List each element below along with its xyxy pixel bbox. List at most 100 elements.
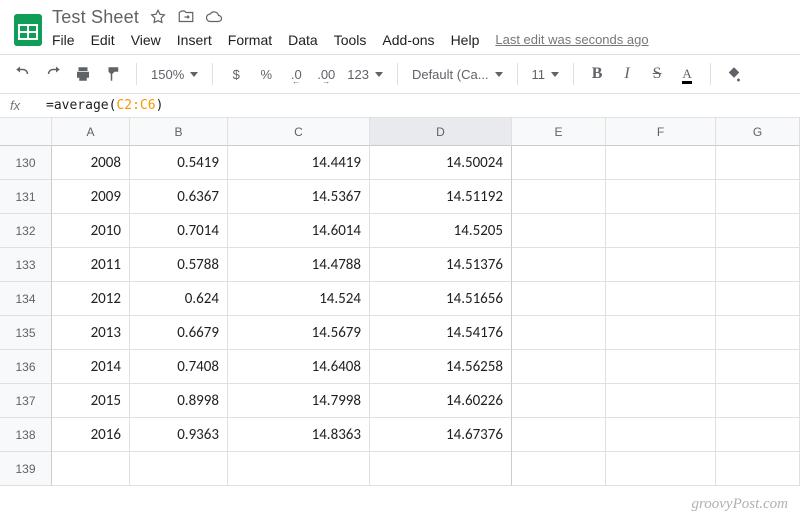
cell-G130[interactable] (716, 146, 800, 180)
cell-B133[interactable]: 0.5788 (130, 248, 228, 282)
cell-A138[interactable]: 2016 (52, 418, 130, 452)
menu-tools[interactable]: Tools (334, 32, 367, 48)
strikethrough-button[interactable]: S (644, 61, 670, 87)
column-header-G[interactable]: G (716, 118, 800, 146)
cell-A130[interactable]: 2008 (52, 146, 130, 180)
menu-format[interactable]: Format (228, 32, 272, 48)
formula-input[interactable]: =average(C2:C6) (46, 98, 163, 113)
cell-B138[interactable]: 0.9363 (130, 418, 228, 452)
cell-C137[interactable]: 14.7998 (228, 384, 370, 418)
cell-G137[interactable] (716, 384, 800, 418)
row-header[interactable]: 134 (0, 282, 52, 316)
cell-C132[interactable]: 14.6014 (228, 214, 370, 248)
menu-view[interactable]: View (131, 32, 161, 48)
cell-E132[interactable] (512, 214, 606, 248)
cell-E139[interactable] (512, 452, 606, 486)
cell-D133[interactable]: 14.51376 (370, 248, 512, 282)
print-button[interactable] (70, 61, 96, 87)
cell-B130[interactable]: 0.5419 (130, 146, 228, 180)
column-header-D[interactable]: D (370, 118, 512, 146)
row-header[interactable]: 133 (0, 248, 52, 282)
move-icon[interactable] (177, 8, 195, 26)
select-all-corner[interactable] (0, 118, 52, 146)
cell-B136[interactable]: 0.7408 (130, 350, 228, 384)
cell-E138[interactable] (512, 418, 606, 452)
cell-E136[interactable] (512, 350, 606, 384)
row-header[interactable]: 136 (0, 350, 52, 384)
zoom-select[interactable]: 150% (147, 67, 202, 82)
column-header-C[interactable]: C (228, 118, 370, 146)
cell-B131[interactable]: 0.6367 (130, 180, 228, 214)
cell-F134[interactable] (606, 282, 716, 316)
cell-A137[interactable]: 2015 (52, 384, 130, 418)
cell-A135[interactable]: 2013 (52, 316, 130, 350)
percent-button[interactable]: % (253, 61, 279, 87)
cell-F136[interactable] (606, 350, 716, 384)
row-header[interactable]: 131 (0, 180, 52, 214)
row-header[interactable]: 130 (0, 146, 52, 180)
cell-C134[interactable]: 14.524 (228, 282, 370, 316)
cell-A136[interactable]: 2014 (52, 350, 130, 384)
font-size-select[interactable]: 11 (528, 67, 564, 82)
menu-insert[interactable]: Insert (177, 32, 212, 48)
cell-A134[interactable]: 2012 (52, 282, 130, 316)
cell-G136[interactable] (716, 350, 800, 384)
cell-E137[interactable] (512, 384, 606, 418)
menu-data[interactable]: Data (288, 32, 318, 48)
cell-D132[interactable]: 14.5205 (370, 214, 512, 248)
fill-color-button[interactable] (721, 61, 747, 87)
row-header[interactable]: 139 (0, 452, 52, 486)
cell-D138[interactable]: 14.67376 (370, 418, 512, 452)
paint-format-button[interactable] (100, 61, 126, 87)
italic-button[interactable]: I (614, 61, 640, 87)
cell-F131[interactable] (606, 180, 716, 214)
menu-file[interactable]: File (52, 32, 75, 48)
cell-C131[interactable]: 14.5367 (228, 180, 370, 214)
cell-D137[interactable]: 14.60226 (370, 384, 512, 418)
last-edit-link[interactable]: Last edit was seconds ago (495, 32, 648, 47)
cell-E134[interactable] (512, 282, 606, 316)
row-header[interactable]: 137 (0, 384, 52, 418)
sheets-logo[interactable] (8, 6, 48, 54)
cell-F138[interactable] (606, 418, 716, 452)
cell-A133[interactable]: 2011 (52, 248, 130, 282)
cell-B135[interactable]: 0.6679 (130, 316, 228, 350)
font-select[interactable]: Default (Ca... (408, 67, 507, 82)
cell-E130[interactable] (512, 146, 606, 180)
star-icon[interactable] (149, 8, 167, 26)
cell-C133[interactable]: 14.4788 (228, 248, 370, 282)
text-color-button[interactable]: A (674, 61, 700, 87)
cell-E131[interactable] (512, 180, 606, 214)
cell-C136[interactable]: 14.6408 (228, 350, 370, 384)
currency-button[interactable]: $ (223, 61, 249, 87)
row-header[interactable]: 138 (0, 418, 52, 452)
cell-A132[interactable]: 2010 (52, 214, 130, 248)
cell-G131[interactable] (716, 180, 800, 214)
cell-G139[interactable] (716, 452, 800, 486)
row-header[interactable]: 132 (0, 214, 52, 248)
cell-B139[interactable] (130, 452, 228, 486)
cell-F132[interactable] (606, 214, 716, 248)
cell-B137[interactable]: 0.8998 (130, 384, 228, 418)
column-header-F[interactable]: F (606, 118, 716, 146)
number-format-select[interactable]: 123 (343, 67, 387, 82)
cell-G133[interactable] (716, 248, 800, 282)
cell-F133[interactable] (606, 248, 716, 282)
cell-D135[interactable]: 14.54176 (370, 316, 512, 350)
cell-F137[interactable] (606, 384, 716, 418)
cell-A131[interactable]: 2009 (52, 180, 130, 214)
cell-C139[interactable] (228, 452, 370, 486)
cell-G138[interactable] (716, 418, 800, 452)
cell-C130[interactable]: 14.4419 (228, 146, 370, 180)
document-title[interactable]: Test Sheet (52, 7, 139, 28)
cell-E135[interactable] (512, 316, 606, 350)
undo-button[interactable] (10, 61, 36, 87)
cell-G134[interactable] (716, 282, 800, 316)
cell-F130[interactable] (606, 146, 716, 180)
cell-D134[interactable]: 14.51656 (370, 282, 512, 316)
row-header[interactable]: 135 (0, 316, 52, 350)
cell-B132[interactable]: 0.7014 (130, 214, 228, 248)
column-header-A[interactable]: A (52, 118, 130, 146)
column-header-B[interactable]: B (130, 118, 228, 146)
increase-decimal-button[interactable]: .00→ (313, 61, 339, 87)
